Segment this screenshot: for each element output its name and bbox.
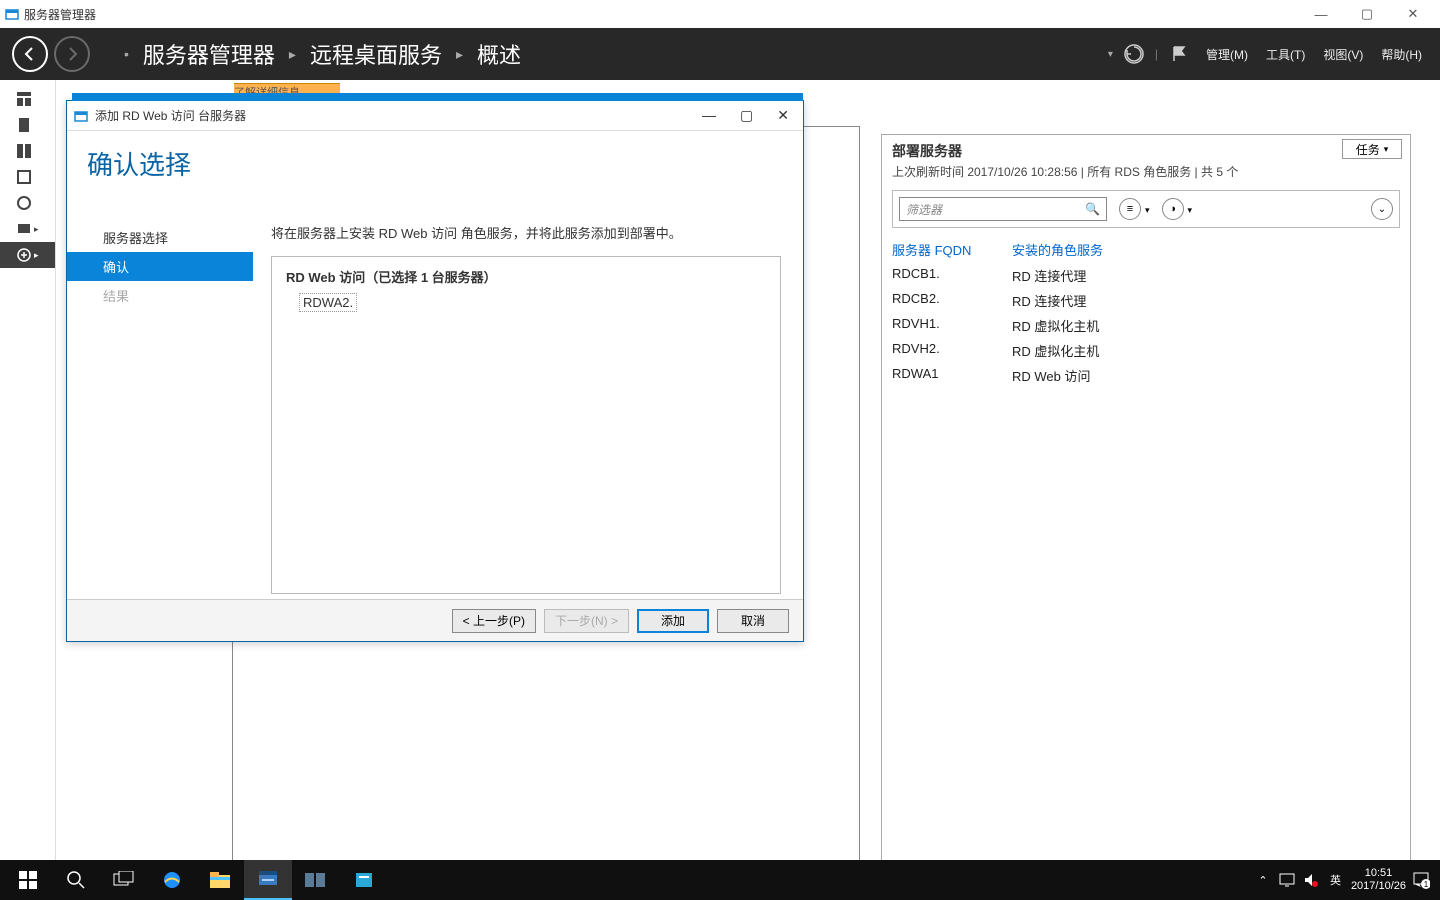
- wizard-step-result: 结果: [67, 281, 253, 310]
- back-button[interactable]: [12, 36, 48, 72]
- refresh-icon[interactable]: [1119, 39, 1149, 69]
- panel-subtitle: 上次刷新时间 2017/10/26 10:28:56 | 所有 RDS 角色服务…: [892, 163, 1400, 180]
- table-row[interactable]: RDCB2.RD 连接代理: [892, 288, 1400, 313]
- menu-manage[interactable]: 管理(M): [1200, 42, 1254, 67]
- close-button[interactable]: ✕: [1390, 0, 1436, 28]
- cell-fqdn: RDVH2.: [892, 341, 1012, 360]
- explorer-icon[interactable]: [196, 860, 244, 900]
- dialog-accent: [72, 93, 803, 101]
- table-row[interactable]: RDWA1RD Web 访问: [892, 363, 1400, 388]
- deployment-servers-panel: 部署服务器 上次刷新时间 2017/10/26 10:28:56 | 所有 RD…: [881, 134, 1411, 884]
- dialog-minimize-button[interactable]: —: [702, 107, 716, 124]
- tasks-dropdown[interactable]: 任务: [1342, 139, 1402, 159]
- task-view-button[interactable]: [100, 860, 148, 900]
- cell-role: RD 连接代理: [1012, 266, 1086, 285]
- dialog-titlebar: 添加 RD Web 访问 台服务器 — ▢ ✕: [67, 101, 803, 131]
- wizard-step-confirm[interactable]: 确认: [67, 252, 253, 281]
- app-icon-1[interactable]: [292, 860, 340, 900]
- wizard-nav: 服务器选择 确认 结果: [67, 131, 253, 599]
- menu-tools[interactable]: 工具(T): [1260, 42, 1311, 67]
- expand-icon[interactable]: ⌄: [1371, 198, 1393, 220]
- window-titlebar: 服务器管理器 — ▢ ✕: [0, 0, 1440, 28]
- clock[interactable]: 10:51 2017/10/26: [1351, 867, 1406, 893]
- menu-help[interactable]: 帮助(H): [1375, 42, 1428, 67]
- app-header: • 服务器管理器 ▸ 远程桌面服务 ▸ 概述 ▾ | 管理(M) 工具(T) 视…: [0, 28, 1440, 80]
- rail-selected-icon[interactable]: ▸: [0, 242, 55, 268]
- cell-fqdn: RDCB1.: [892, 266, 1012, 285]
- dialog-footer: < 上一步(P) 下一步(N) > 添加 取消: [67, 599, 803, 641]
- selection-heading: RD Web 访问（已选择 1 台服务器）: [286, 267, 766, 286]
- rail-dashboard-icon[interactable]: [0, 86, 55, 112]
- add-button[interactable]: 添加: [637, 609, 709, 633]
- next-button: 下一步(N) >: [544, 609, 629, 633]
- server-manager-icon[interactable]: [244, 860, 292, 900]
- cell-role: RD 连接代理: [1012, 291, 1086, 310]
- col-fqdn[interactable]: 服务器 FQDN: [892, 240, 1012, 259]
- clock-date: 2017/10/26: [1351, 880, 1406, 893]
- taskbar: ⌃ 英 10:51 2017/10/26 1: [0, 860, 1440, 900]
- ie-icon[interactable]: [148, 860, 196, 900]
- menu-view[interactable]: 视图(V): [1317, 42, 1369, 67]
- clock-time: 10:51: [1351, 867, 1406, 880]
- rail-local-server-icon[interactable]: [0, 112, 55, 138]
- caret-icon[interactable]: [1143, 200, 1150, 218]
- app-icon: [4, 6, 20, 22]
- table-row[interactable]: RDCB1.RD 连接代理: [892, 263, 1400, 288]
- panel-title: 部署服务器: [892, 141, 1400, 161]
- tray-up-icon[interactable]: ⌃: [1254, 871, 1272, 889]
- breadcrumb-section[interactable]: 远程桌面服务: [310, 38, 442, 70]
- cancel-button[interactable]: 取消: [717, 609, 789, 633]
- tag-view-icon[interactable]: ◑: [1162, 198, 1184, 220]
- cell-role: RD 虚拟化主机: [1012, 316, 1099, 335]
- volume-icon[interactable]: [1302, 871, 1320, 889]
- dialog-maximize-button[interactable]: ▢: [740, 107, 753, 124]
- search-button[interactable]: [52, 860, 100, 900]
- minimize-button[interactable]: —: [1298, 0, 1344, 28]
- filter-placeholder: 筛选器: [906, 201, 942, 218]
- dialog-title: 添加 RD Web 访问 台服务器: [95, 107, 246, 124]
- left-nav-rail: ▸ ▸: [0, 80, 56, 860]
- search-icon[interactable]: 🔍: [1085, 202, 1100, 216]
- network-icon[interactable]: [1278, 871, 1296, 889]
- dialog-description: 将在服务器上安装 RD Web 访问 角色服务，并将此服务添加到部署中。: [271, 223, 781, 242]
- cell-role: RD Web 访问: [1012, 366, 1091, 385]
- breadcrumb: • 服务器管理器 ▸ 远程桌面服务 ▸ 概述: [124, 38, 521, 70]
- list-view-icon[interactable]: ≡: [1119, 198, 1141, 220]
- forward-button[interactable]: [54, 36, 90, 72]
- cell-fqdn: RDCB2.: [892, 291, 1012, 310]
- rail-iis-icon[interactable]: [0, 190, 55, 216]
- dialog-close-button[interactable]: ✕: [777, 107, 789, 124]
- rail-file-services-icon[interactable]: [0, 164, 55, 190]
- table-row[interactable]: RDVH2.RD 虚拟化主机: [892, 338, 1400, 363]
- selected-server-item[interactable]: RDWA2.: [300, 294, 356, 311]
- filter-input[interactable]: 筛选器 🔍: [899, 197, 1107, 221]
- cell-fqdn: RDWA1: [892, 366, 1012, 385]
- start-button[interactable]: [4, 860, 52, 900]
- ime-indicator[interactable]: 英: [1326, 872, 1345, 888]
- servers-table: 服务器 FQDN 安装的角色服务 RDCB1.RD 连接代理 RDCB2.RD …: [892, 236, 1400, 388]
- caret-icon[interactable]: [1186, 200, 1193, 218]
- cell-role: RD 虚拟化主机: [1012, 341, 1099, 360]
- notifications-icon[interactable]: 1: [1412, 871, 1430, 889]
- maximize-button[interactable]: ▢: [1344, 0, 1390, 28]
- cell-fqdn: RDVH1.: [892, 316, 1012, 335]
- dialog-icon: [73, 108, 89, 124]
- col-role[interactable]: 安装的角色服务: [1012, 240, 1103, 259]
- table-row[interactable]: RDVH1.RD 虚拟化主机: [892, 313, 1400, 338]
- wizard-step-server-select[interactable]: 服务器选择: [67, 223, 253, 252]
- breadcrumb-page[interactable]: 概述: [477, 38, 521, 70]
- rail-all-servers-icon[interactable]: [0, 138, 55, 164]
- previous-button[interactable]: < 上一步(P): [452, 609, 536, 633]
- filter-toolbar: 筛选器 🔍 ≡ ◑ ⌄: [892, 190, 1400, 228]
- window-title: 服务器管理器: [24, 6, 96, 23]
- add-rdweb-dialog: 添加 RD Web 访问 台服务器 — ▢ ✕ 确认选择 服务器选择 确认 结果…: [66, 100, 804, 642]
- breadcrumb-root[interactable]: 服务器管理器: [143, 38, 275, 70]
- svg-text:1: 1: [1424, 880, 1429, 889]
- app-icon-2[interactable]: [340, 860, 388, 900]
- rail-rds-icon[interactable]: ▸: [0, 216, 55, 242]
- flag-icon[interactable]: [1164, 39, 1194, 69]
- selection-listbox: RD Web 访问（已选择 1 台服务器） RDWA2.: [271, 256, 781, 594]
